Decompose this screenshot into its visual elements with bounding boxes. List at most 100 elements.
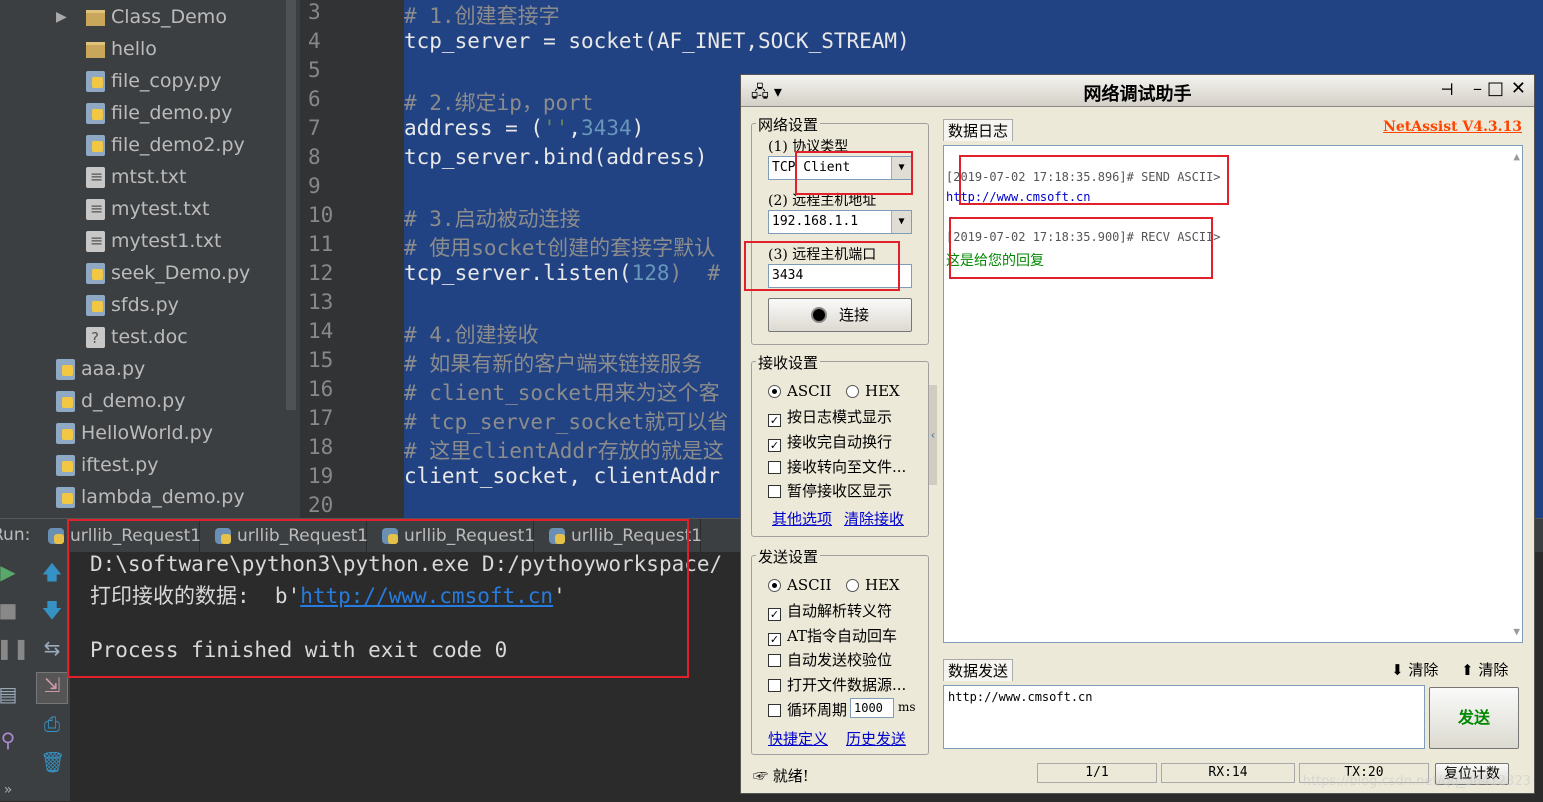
text-file-icon — [86, 161, 105, 193]
clear-send-button[interactable]: ⬇ 清除 — [1391, 659, 1438, 680]
pin-icon[interactable]: ⚲ — [0, 728, 20, 752]
code-line-15: # 如果有新的客户端来链接服务 — [404, 352, 703, 376]
scroll-down-icon[interactable]: ▼ — [1513, 625, 1520, 638]
line-number: 16 — [308, 377, 334, 401]
maximize-icon[interactable]: □ — [1487, 78, 1504, 99]
scroll-up-icon[interactable]: ▲ — [1513, 150, 1520, 163]
print-icon[interactable]: ⎙ — [40, 712, 64, 736]
tree-scrollbar[interactable] — [286, 0, 296, 410]
log-mode-checkbox[interactable]: ✓ 按日志模式显示 — [768, 406, 892, 427]
auto-newline-checkbox[interactable]: ✓ 接收完自动换行 — [768, 431, 892, 452]
up-arrow-icon[interactable]: 🡅 — [40, 560, 64, 584]
minimize-icon[interactable]: – — [1473, 78, 1482, 99]
line-number: 6 — [308, 87, 321, 111]
tree-item-class-demo[interactable]: ▶ Class_Demo — [56, 1, 227, 33]
status-count: 1/1 — [1037, 763, 1157, 783]
group-title: 网络设置 — [756, 114, 821, 135]
rerun-icon[interactable]: ▶ — [0, 560, 20, 584]
close-icon[interactable]: ✕ — [1511, 78, 1526, 99]
netassist-window: 🖧 ▾ 网络调试助手 ⊣ – □ ✕ 网络设置 (1) 协议类型 TCP Cli… — [740, 74, 1535, 794]
code-line-17: # tcp_server_socket就可以省 — [404, 410, 729, 434]
more-icon[interactable]: » — [0, 778, 20, 802]
python-file-icon — [56, 455, 75, 476]
trash-icon[interactable]: 🗑 — [40, 750, 65, 774]
line-number-gutter: 3 4 5 6 7 8 9 10 11 12 13 14 15 16 17 18… — [300, 0, 404, 518]
python-file-icon — [56, 423, 75, 444]
send-settings-group: 发送设置 ASCII HEX ✓ 自动解析转义符 ✓ AT指令自动回车 自动发送校验… — [751, 546, 929, 755]
line-number: 15 — [308, 348, 334, 372]
connect-button[interactable]: 连接 — [768, 298, 912, 332]
run-toolbar: ▶ 🡅 ■ 🡇 ❚❚ ⇆ ▤ ⇲ ⎙ ⚲ 🗑 » — [0, 552, 70, 801]
data-log-tab[interactable]: 数据日志 — [943, 119, 1014, 141]
connect-status-icon — [810, 307, 827, 323]
at-auto-enter-checkbox[interactable]: ✓ AT指令自动回车 — [768, 625, 897, 646]
file-source-checkbox[interactable]: 打开文件数据源... — [768, 674, 906, 695]
project-tree: ▶ Class_Demo hello file_copy.py file_demo… — [0, 0, 300, 518]
receive-settings-group: 接收设置 ASCII HEX ✓ 按日志模式显示 ✓ 接收完自动换行 接收转向至文件… — [751, 352, 929, 537]
clear-recv-link[interactable]: 清除接收 — [844, 508, 904, 529]
clear-icon: ⬇ — [1391, 661, 1409, 679]
tree-item-sfds[interactable]: sfds.py — [86, 289, 179, 321]
python-file-icon — [56, 391, 75, 412]
recv-to-file-checkbox[interactable]: 接收转向至文件... — [768, 456, 906, 477]
line-number: 7 — [308, 116, 321, 140]
tree-item-aaa[interactable]: aaa.py — [56, 353, 145, 385]
tree-item-seek-demo[interactable]: seek_Demo.py — [86, 257, 250, 289]
send-input[interactable]: http://www.cmsoft.cn — [943, 685, 1425, 749]
tree-item-hello[interactable]: hello — [86, 33, 157, 65]
period-input[interactable]: 1000 — [850, 698, 894, 718]
pin-icon[interactable]: ⊣ — [1440, 80, 1454, 99]
tree-item-helloworld[interactable]: HelloWorld.py — [56, 417, 213, 449]
code-line-18: # 这里clientAddr存放的就是这 — [404, 439, 724, 463]
send-ascii-radio[interactable]: ASCII — [768, 576, 831, 594]
period-unit: ms — [898, 700, 916, 714]
clear-send-button-2[interactable]: ⬆ 清除 — [1461, 659, 1508, 680]
auto-checksum-checkbox[interactable]: 自动发送校验位 — [768, 649, 892, 670]
loop-period-checkbox[interactable]: 循环周期 — [768, 699, 847, 720]
collapse-panel-icon[interactable]: ‹ — [929, 385, 937, 485]
down-arrow-icon[interactable]: 🡇 — [40, 598, 64, 622]
code-line-10: # 3.启动被动连接 — [404, 207, 581, 231]
history-link[interactable]: 历史发送 — [846, 728, 906, 749]
scroll-to-end-icon[interactable]: ⇲ — [36, 672, 68, 704]
tree-item-file-demo2[interactable]: file_demo2.py — [86, 129, 245, 161]
soft-wrap-icon[interactable]: ⇆ — [40, 636, 64, 660]
line-number: 11 — [308, 232, 334, 256]
tree-item-d-demo[interactable]: d_demo.py — [56, 385, 185, 417]
send-hex-radio[interactable]: HEX — [846, 576, 900, 594]
parse-escape-checkbox[interactable]: ✓ 自动解析转义符 — [768, 600, 892, 621]
tree-item-lambda-demo[interactable]: lambda_demo.py — [56, 481, 245, 513]
tree-item-mytest1[interactable]: mytest1.txt — [86, 225, 222, 257]
python-file-icon — [86, 71, 105, 92]
version-link[interactable]: NetAssist V4.3.13 — [1383, 119, 1522, 135]
line-number: 9 — [308, 174, 321, 198]
tree-item-mtst[interactable]: mtst.txt — [86, 161, 187, 193]
recv-hex-radio[interactable]: HEX — [846, 382, 900, 400]
tree-item-file-copy[interactable]: file_copy.py — [86, 65, 221, 97]
tree-item-iftest[interactable]: iftest.py — [56, 449, 158, 481]
pause-icon[interactable]: ❚❚ — [0, 636, 30, 660]
line-number: 8 — [308, 145, 321, 169]
layout-icon[interactable]: ▤ — [0, 682, 20, 706]
line-number: 17 — [308, 406, 334, 430]
stop-icon[interactable]: ■ — [0, 598, 20, 622]
tree-item-test-doc[interactable]: test.doc — [86, 321, 188, 354]
text-file-icon — [86, 193, 105, 225]
tree-item-file-demo[interactable]: file_demo.py — [86, 97, 232, 129]
pause-recv-checkbox[interactable]: 暂停接收区显示 — [768, 480, 892, 501]
python-file-icon — [86, 135, 105, 156]
watermark: https://blog.csdn.net/qq_36412323 — [1302, 774, 1531, 789]
send-button[interactable]: 发送 — [1429, 687, 1519, 749]
host-select[interactable]: 192.168.1.1 ▼ — [768, 210, 912, 234]
expand-arrow-icon[interactable]: ▶ — [56, 1, 67, 33]
chevron-down-icon: ▼ — [891, 211, 911, 233]
line-number: 4 — [308, 29, 321, 53]
shortcut-link[interactable]: 快捷定义 — [768, 728, 828, 749]
unknown-file-icon — [86, 322, 105, 354]
data-send-tab[interactable]: 数据发送 — [943, 659, 1014, 681]
recv-ascii-radio[interactable]: ASCII — [768, 382, 831, 400]
line-number: 5 — [308, 58, 321, 82]
line-number: 20 — [308, 493, 334, 517]
other-options-link[interactable]: 其他选项 — [772, 508, 832, 529]
tree-item-mytest[interactable]: mytest.txt — [86, 193, 209, 225]
